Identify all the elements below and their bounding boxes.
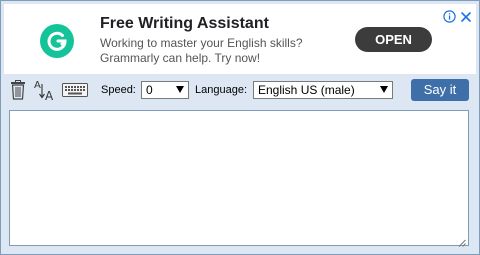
keyboard-icon[interactable] — [62, 83, 88, 102]
ad-banner[interactable]: Free Writing Assistant Working to master… — [4, 4, 476, 74]
widget-frame: Free Writing Assistant Working to master… — [0, 0, 480, 255]
ad-open-button[interactable]: OPEN — [355, 27, 432, 52]
chevron-down-icon — [176, 86, 184, 93]
speed-select[interactable]: 0 — [141, 81, 189, 99]
language-select-value: English US (male) — [258, 83, 355, 97]
resize-grip-icon[interactable] — [457, 234, 466, 247]
close-icon[interactable] — [460, 10, 472, 22]
language-label: Language: — [195, 84, 247, 96]
ad-description: Working to master your English skills? G… — [100, 36, 320, 66]
svg-text:A: A — [34, 80, 41, 91]
say-it-button[interactable]: Say it — [411, 79, 469, 101]
trash-icon[interactable] — [10, 80, 26, 105]
language-select[interactable]: English US (male) — [253, 81, 393, 99]
info-icon[interactable] — [443, 10, 456, 23]
grammarly-logo-icon[interactable] — [40, 24, 74, 58]
ad-title[interactable]: Free Writing Assistant — [100, 15, 269, 33]
speed-label: Speed: — [101, 84, 136, 96]
toolbar: A A Speed: 0 Language: English US (male)… — [4, 77, 476, 105]
text-input-area[interactable] — [9, 110, 469, 247]
sort-az-icon[interactable]: A A — [33, 78, 55, 107]
ad-description-line-1: Working to master your English skills? — [100, 36, 303, 50]
svg-text:A: A — [45, 89, 54, 102]
ad-description-line-2: Grammarly can help. Try now! — [100, 51, 261, 65]
speed-select-value: 0 — [146, 83, 153, 97]
chevron-down-icon — [380, 86, 388, 93]
